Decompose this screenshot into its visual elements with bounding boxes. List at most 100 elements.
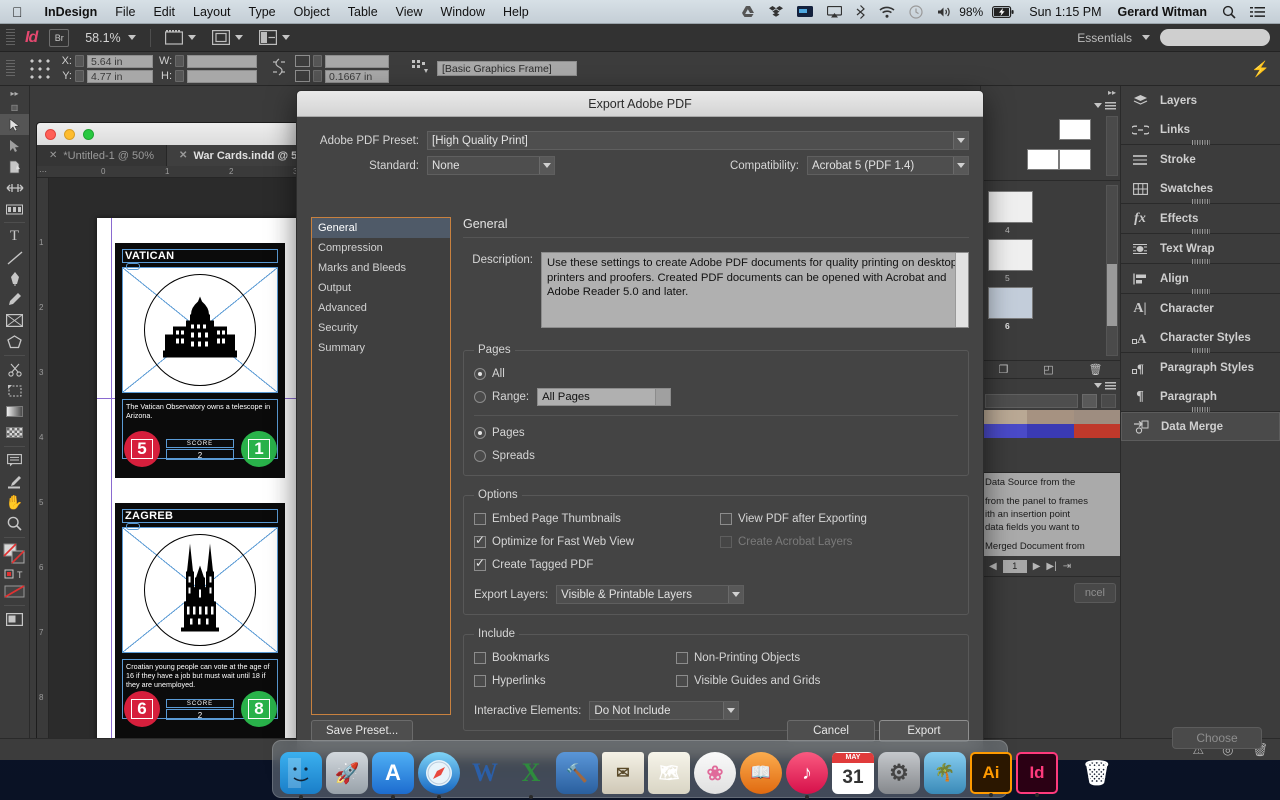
export-layers-select[interactable]: Visible & Printable Layers [556, 585, 744, 604]
polygon-tool[interactable] [0, 331, 29, 352]
master-pages-area[interactable] [981, 112, 1120, 180]
dock-item-launchpad[interactable]: 🚀 [326, 752, 368, 794]
create-merged-document-icon[interactable]: ⇥ [1063, 561, 1071, 572]
google-drive-icon[interactable] [734, 5, 762, 18]
save-preset-button[interactable]: Save Preset... [311, 720, 413, 742]
object-style-selector[interactable]: [Basic Graphics Frame] [437, 61, 577, 76]
gap-tool[interactable] [0, 177, 29, 198]
x-stepper[interactable] [75, 55, 84, 67]
optimize-row[interactable]: Optimize for Fast Web View [474, 532, 720, 551]
bridge-button[interactable]: Br [49, 29, 69, 47]
h-input[interactable] [187, 70, 257, 83]
panel-item-layers[interactable]: Layers [1121, 86, 1280, 115]
nonprinting-row[interactable]: Non-Printing Objects [676, 648, 958, 667]
master-page-thumb[interactable] [1059, 119, 1091, 140]
dock-item-finder[interactable] [280, 752, 322, 794]
pages-all-row[interactable]: All [474, 364, 958, 383]
interactive-elements-select[interactable]: Do Not Include [589, 701, 739, 720]
swatches-panel-header[interactable] [981, 379, 1120, 392]
next-record-button[interactable]: ▶ [1033, 561, 1041, 572]
visible-guides-checkbox[interactable] [676, 675, 688, 687]
dock-item-maps[interactable]: 🗺 [648, 752, 690, 794]
menu-item-indesign[interactable]: InDesign [36, 5, 107, 19]
last-record-button[interactable]: ▶| [1046, 561, 1056, 572]
cancel-button[interactable]: ncel [1074, 583, 1116, 603]
scrollbar[interactable] [1106, 116, 1118, 176]
scale-y-input[interactable]: 0.1667 in [325, 70, 389, 83]
panel-menu-icon[interactable] [1105, 102, 1116, 110]
rectangle-frame-tool[interactable] [0, 310, 29, 331]
tagged-pdf-checkbox[interactable] [474, 559, 486, 571]
bookmarks-checkbox[interactable] [474, 652, 486, 664]
close-window-button[interactable] [45, 129, 56, 140]
category-security[interactable]: Security [312, 318, 450, 338]
dock-item-image-capture[interactable]: 🌴 [924, 752, 966, 794]
screen-mode-tool[interactable] [0, 609, 29, 630]
dock-item-trash[interactable]: 🗑 [1076, 752, 1118, 794]
category-summary[interactable]: Summary [312, 338, 450, 358]
delete-page-icon[interactable]: 🗑 [1089, 363, 1103, 376]
pages-range-radio[interactable] [474, 391, 486, 403]
card-zagreb[interactable]: ZAGREB [115, 503, 285, 738]
panel-item-paragraph-styles[interactable]: ¶ Paragraph Styles [1121, 353, 1280, 382]
pages-range-row[interactable]: Range: All Pages [474, 387, 958, 406]
dock-item-xcode[interactable]: 🔨 [556, 752, 598, 794]
dock-item-photos[interactable]: ❀ [694, 752, 736, 794]
gradient-swatch-tool[interactable] [0, 401, 29, 422]
expand-panels-icon[interactable]: ▸▸ [1108, 88, 1116, 97]
compatibility-select[interactable]: Acrobat 5 (PDF 1.4) [807, 156, 969, 175]
menu-item-layout[interactable]: Layout [184, 5, 240, 19]
battery-charging-icon[interactable] [985, 6, 1021, 18]
w-input[interactable] [187, 55, 257, 68]
y-stepper[interactable] [75, 70, 84, 82]
dropbox-icon[interactable] [762, 5, 790, 18]
menu-item-edit[interactable]: Edit [144, 5, 184, 19]
view-pdf-row[interactable]: View PDF after Exporting [720, 509, 958, 528]
master-page-thumb[interactable] [1027, 149, 1059, 170]
scissors-tool[interactable] [0, 359, 29, 380]
dock-item-app-store[interactable]: A [372, 752, 414, 794]
apply-none-swatch[interactable] [0, 581, 29, 602]
fill-stroke-swatches[interactable] [0, 541, 29, 567]
pages-panel-header[interactable] [981, 99, 1120, 112]
maximize-window-button[interactable] [83, 129, 94, 140]
display-icon[interactable] [790, 6, 820, 17]
formatting-affects-container[interactable]: T [0, 567, 29, 581]
list-view-icon[interactable] [1101, 394, 1116, 408]
panel-item-character[interactable]: A| Character [1121, 294, 1280, 323]
appbar-grip[interactable] [6, 29, 15, 47]
wifi-icon[interactable] [872, 6, 902, 18]
h-stepper[interactable] [175, 70, 184, 82]
dock-item-microsoft-excel[interactable]: X [510, 752, 552, 794]
content-collector-tool[interactable] [0, 198, 29, 219]
gradient-feather-tool[interactable] [0, 422, 29, 443]
close-icon[interactable]: ✕ [179, 150, 187, 161]
help-search-input[interactable] [1160, 29, 1270, 46]
toolbox-grip[interactable]: ▥ [0, 100, 29, 114]
description-textarea[interactable]: Use these settings to create Adobe PDF d… [541, 252, 969, 328]
note-tool[interactable] [0, 450, 29, 471]
controlbar-grip[interactable] [6, 60, 15, 78]
chevron-down-icon[interactable] [1094, 103, 1102, 108]
bluetooth-icon[interactable] [849, 5, 872, 19]
panel-menu-icon[interactable] [1105, 382, 1116, 390]
panel-item-data-merge[interactable]: Data Merge [1121, 412, 1280, 441]
apple-menu-icon[interactable]:  [0, 5, 36, 19]
page-spread-thumb-selected[interactable] [988, 287, 1033, 319]
tagged-pdf-row[interactable]: Create Tagged PDF [474, 555, 720, 574]
pages-spreads-radio[interactable] [474, 450, 486, 462]
standard-select[interactable]: None [427, 156, 555, 175]
zoom-level-selector[interactable]: 58.1% [85, 31, 135, 45]
category-general[interactable]: General [312, 218, 450, 238]
nonprinting-checkbox[interactable] [676, 652, 688, 664]
selection-tool[interactable] [0, 114, 29, 135]
y-input[interactable]: 4.77 in [87, 70, 153, 83]
dock-item-indesign[interactable]: Id [1016, 752, 1058, 794]
cancel-button[interactable]: Cancel [787, 720, 875, 742]
minimize-window-button[interactable] [64, 129, 75, 140]
menu-item-help[interactable]: Help [494, 5, 538, 19]
export-button[interactable]: Export [879, 720, 969, 742]
swatch-row[interactable] [981, 424, 1120, 438]
pages-range-select[interactable]: All Pages [537, 388, 671, 406]
menu-item-table[interactable]: Table [339, 5, 387, 19]
